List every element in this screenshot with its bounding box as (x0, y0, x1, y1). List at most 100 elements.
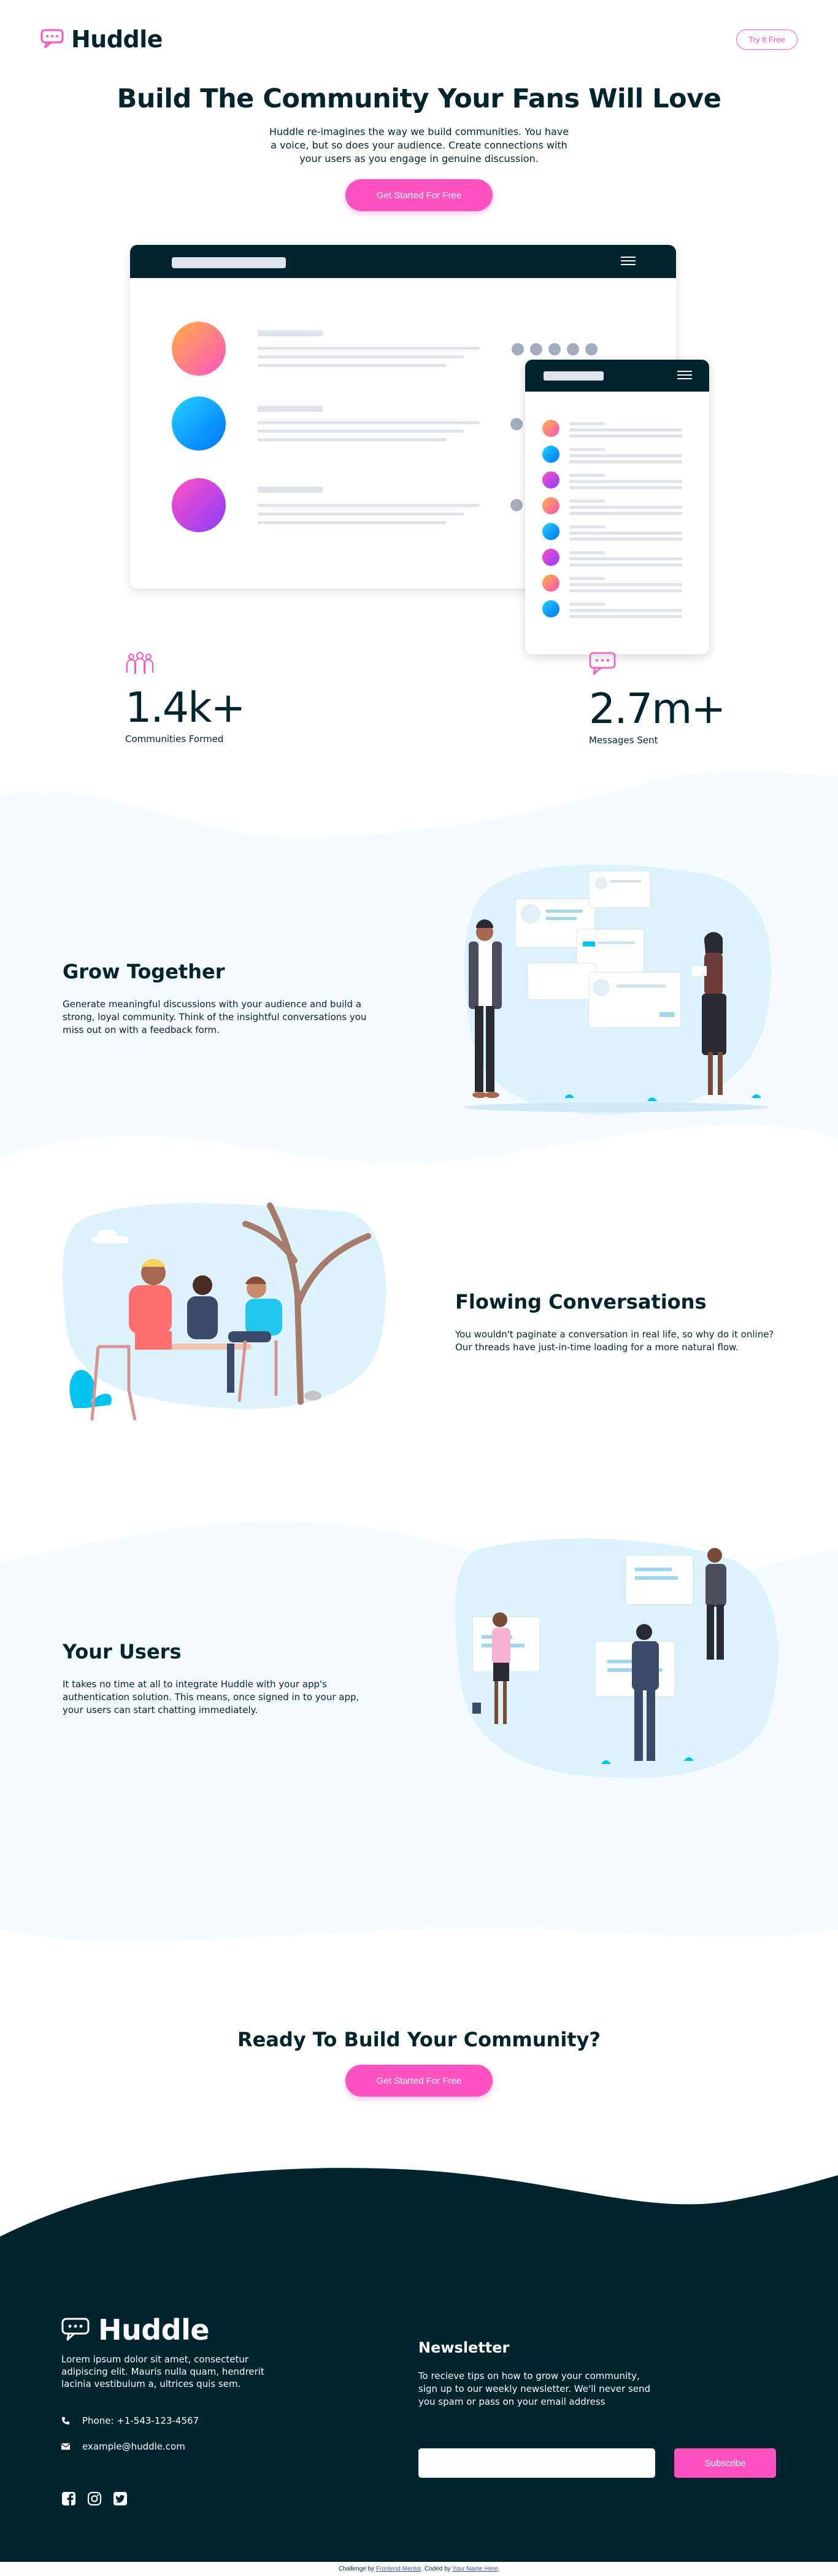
frontend-mentor-link[interactable]: Frontend Mentor (376, 2566, 421, 2572)
email-icon (61, 2443, 70, 2450)
mobile-mockup (525, 360, 709, 654)
your-users-illustration (455, 1538, 778, 1779)
attribution: Challenge by Frontend Mentor. Coded by Y… (0, 2562, 838, 2576)
topbar-placeholder (172, 257, 286, 268)
site-footer: Huddle Lorem ipsum dolor sit amet, conse… (0, 2157, 838, 2562)
placeholder-line (569, 435, 682, 438)
placeholder-line (569, 500, 605, 503)
feature-title: Grow Together (63, 960, 225, 983)
placeholder-line (569, 615, 682, 618)
placeholder-line (569, 448, 605, 451)
placeholder-line (569, 589, 682, 592)
footer-email: example@huddle.com (61, 2441, 185, 2452)
stat-label: Communities Formed (125, 733, 224, 745)
footer-phone: Phone: +1-543-123-4567 (61, 2415, 199, 2426)
author-link[interactable]: Your Name Here (452, 2566, 498, 2572)
phone-icon (61, 2416, 70, 2425)
attribution-text: . Coded by (421, 2566, 451, 2572)
stat-communities: 1.4k+ Communities Formed (125, 652, 245, 745)
get-started-button[interactable]: Get Started For Free (345, 179, 493, 211)
status-dot (512, 343, 524, 355)
communities-icon (126, 652, 153, 674)
placeholder-line (258, 421, 480, 424)
feature-description: Generate meaningful discussions with you… (63, 999, 367, 1035)
placeholder-line (258, 364, 447, 367)
attribution-text: . (498, 2566, 500, 2572)
brand-name: Huddle (71, 26, 163, 53)
status-dot (567, 343, 579, 355)
placeholder-line (569, 583, 682, 586)
placeholder-line (569, 422, 605, 425)
stat-value: 1.4k+ (125, 684, 245, 732)
try-it-free-button[interactable]: Try It Free (736, 29, 798, 50)
phone-text: Phone: +1-543-123-4567 (82, 2415, 199, 2426)
hero-title: Build The Community Your Fans Will Love (117, 83, 721, 114)
placeholder-line (569, 486, 682, 489)
hamburger-icon (621, 257, 636, 265)
avatar (542, 600, 559, 617)
placeholder-line (569, 577, 605, 580)
placeholder-line (569, 603, 605, 606)
feature-text: Flowing Conversations You wouldn't pagin… (455, 1290, 774, 1354)
brand-name: Huddle (98, 2313, 210, 2346)
logo[interactable]: Huddle (40, 26, 163, 53)
site-header: Huddle Try It Free (0, 0, 838, 80)
stat-value: 2.7m+ (589, 685, 726, 733)
placeholder-line (258, 347, 480, 350)
placeholder-line (569, 454, 682, 457)
placeholder-line (258, 430, 464, 433)
feature-title: Flowing Conversations (455, 1290, 707, 1313)
placeholder-line (569, 525, 605, 528)
placeholder-line (258, 355, 464, 358)
newsletter: Newsletter To recieve tips on how to gro… (418, 2339, 652, 2408)
placeholder-line (569, 506, 682, 509)
attribution-text: Challenge by (338, 2566, 375, 2572)
topbar-placeholder (544, 371, 604, 381)
footer-logo[interactable]: Huddle (61, 2313, 210, 2346)
feature-text: Your Users It takes no time at all to in… (63, 1640, 382, 1717)
hero-section: Build The Community Your Fans Will Love … (0, 83, 838, 211)
grow-together-illustration (463, 864, 771, 1115)
newsletter-text: To recieve tips on how to grow your comm… (418, 2370, 651, 2407)
feature-description: You wouldn't paginate a conversation in … (455, 1329, 774, 1353)
messages-icon (589, 652, 616, 675)
feature-text: Grow Together Generate meaningful discus… (63, 960, 369, 1037)
feature-grow-together: Grow Together Generate meaningful discus… (0, 764, 838, 1187)
twitter-icon[interactable] (113, 2491, 128, 2506)
newsletter-email-input[interactable] (418, 2448, 655, 2478)
placeholder-line (569, 563, 682, 567)
avatar (542, 574, 559, 592)
avatar (542, 549, 559, 566)
chat-bubble-icon (40, 29, 64, 48)
feature-your-users: Your Users It takes no time at all to in… (0, 1521, 838, 1954)
avatar (172, 322, 226, 376)
chat-bubble-icon (61, 2318, 90, 2341)
placeholder-line (258, 330, 323, 336)
hero-description: Huddle re-imagines the way we build comm… (269, 126, 569, 164)
placeholder-line (569, 538, 682, 541)
feature-title: Your Users (63, 1640, 182, 1663)
placeholder-line (569, 609, 682, 612)
placeholder-line (569, 557, 682, 560)
app-mockup-illustration (0, 211, 838, 654)
status-dot (510, 418, 523, 430)
placeholder-line (569, 474, 605, 477)
newsletter-title: Newsletter (418, 2339, 510, 2356)
ready-title: Ready To Build Your Community? (237, 2028, 601, 2051)
status-dot (548, 343, 561, 355)
subscribe-button[interactable]: Subscribe (674, 2448, 776, 2478)
placeholder-line (258, 512, 464, 516)
feature-description: It takes no time at all to integrate Hud… (63, 1679, 359, 1715)
footer-description: Lorem ipsum dolor sit amet, consectetur … (61, 2354, 264, 2389)
facebook-icon[interactable] (61, 2491, 76, 2506)
instagram-icon[interactable] (87, 2491, 102, 2506)
feature-flowing-conversations: Flowing Conversations You wouldn't pagin… (0, 1187, 838, 1537)
placeholder-line (258, 487, 323, 493)
flowing-conversations-illustration (62, 1202, 386, 1421)
stat-label: Messages Sent (589, 735, 658, 746)
placeholder-line (258, 504, 480, 507)
get-started-button[interactable]: Get Started For Free (345, 2065, 493, 2097)
status-dot (585, 343, 598, 355)
stats-section: 1.4k+ Communities Formed 2.7m+ Messages … (0, 635, 838, 764)
avatar (542, 420, 559, 437)
